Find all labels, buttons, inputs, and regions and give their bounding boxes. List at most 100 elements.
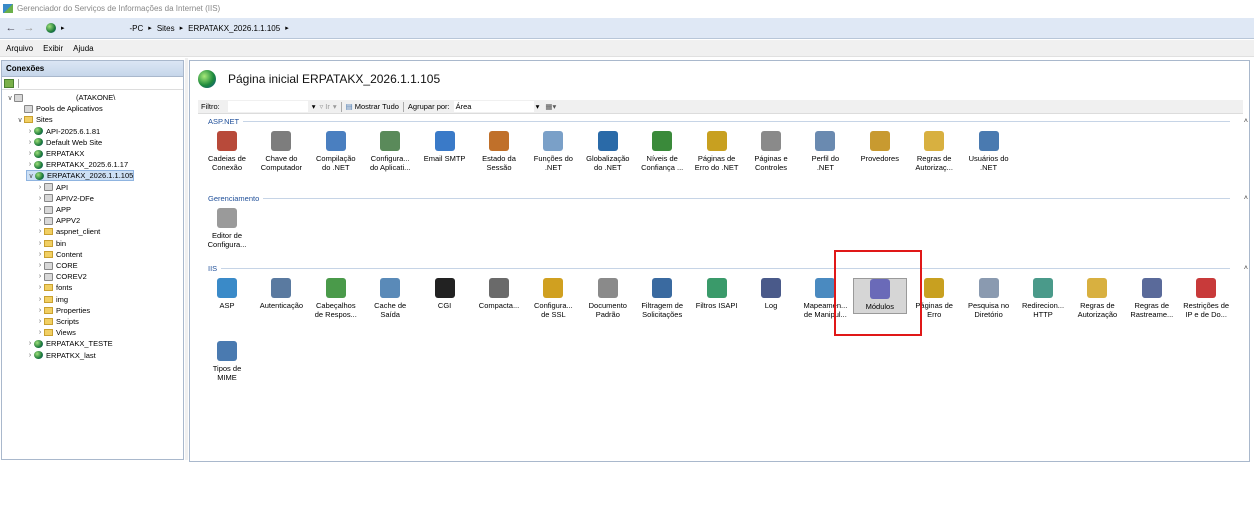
feature-item[interactable]: Autenticação xyxy=(254,278,308,310)
chevron-down-icon[interactable]: ∨ xyxy=(27,172,35,180)
chevron-right-icon[interactable]: › xyxy=(26,139,34,146)
go-button[interactable]: Ir xyxy=(325,102,330,111)
collapse-chevron-icon[interactable]: ˄ xyxy=(1244,118,1248,125)
chevron-right-icon[interactable]: › xyxy=(36,284,44,291)
tree-node[interactable]: Pools de Aplicativos xyxy=(16,103,103,114)
feature-item[interactable]: Filtragem de Solicitações xyxy=(635,278,689,319)
chevron-right-icon[interactable]: › xyxy=(36,262,44,269)
chevron-right-icon[interactable]: › xyxy=(36,296,44,303)
tree-node[interactable]: › APP xyxy=(36,204,71,215)
feature-item[interactable]: Funções do .NET xyxy=(526,131,580,172)
feature-item[interactable]: Documento Padrão xyxy=(581,278,635,319)
tree-node[interactable]: › Scripts xyxy=(36,316,79,327)
collapse-chevron-icon[interactable]: ˄ xyxy=(1244,195,1248,202)
tree-node[interactable]: › img xyxy=(36,294,68,305)
tree-node[interactable]: › ERPATAKX xyxy=(26,148,85,159)
tree-node[interactable]: ∨ Sites xyxy=(16,114,52,125)
tree-node[interactable]: › CORE xyxy=(36,260,78,271)
chevron-right-icon[interactable]: › xyxy=(36,251,44,258)
tree-node[interactable]: › APPV2 xyxy=(36,215,80,226)
feature-item[interactable]: Tipos de MIME xyxy=(200,341,254,382)
feature-item[interactable]: Cadeias de Conexão xyxy=(200,131,254,172)
tree-node[interactable]: › ERPATKX_last xyxy=(26,350,96,361)
chevron-right-icon[interactable]: › xyxy=(36,217,44,224)
tree-node[interactable]: › API-2025.6.1.81 xyxy=(26,126,100,137)
feature-item[interactable]: Níveis de Confiança ... xyxy=(635,131,689,172)
group-header[interactable]: Gerenciamento ˄ xyxy=(208,193,1248,203)
dropdown-arrow-icon[interactable]: ▾ xyxy=(312,102,316,111)
feature-item[interactable]: ASP xyxy=(200,278,254,310)
chevron-right-icon[interactable]: › xyxy=(26,161,34,168)
feature-item[interactable]: Compacta... xyxy=(472,278,526,310)
collapse-chevron-icon[interactable]: ˄ xyxy=(1244,265,1248,272)
tree-node[interactable]: › COREV2 xyxy=(36,271,87,282)
feature-item[interactable]: Regras de Autorizaç... xyxy=(907,131,961,172)
feature-item[interactable]: Editor de Configura... xyxy=(200,208,254,249)
chevron-right-icon[interactable]: › xyxy=(36,184,44,191)
feature-item[interactable]: Estado da Sessão xyxy=(472,131,526,172)
chevron-right-icon[interactable]: › xyxy=(26,352,34,359)
tree-node[interactable]: › APIV2-DFe xyxy=(36,193,94,204)
tree-node[interactable]: › Content xyxy=(36,249,82,260)
feature-item[interactable]: CGI xyxy=(418,278,472,310)
menu-arquivo[interactable]: Arquivo xyxy=(6,44,33,53)
tree-node[interactable]: › Views xyxy=(36,327,76,338)
chevron-down-icon[interactable]: ∨ xyxy=(16,116,24,124)
view-mode-icon[interactable]: ▦▾ xyxy=(545,102,556,111)
feature-item[interactable]: Chave do Computador xyxy=(254,131,308,172)
feature-item[interactable]: Configura... do Aplicati... xyxy=(363,131,417,172)
tree-node[interactable]: › Properties xyxy=(36,305,90,316)
tree-node[interactable]: › aspnet_client xyxy=(36,226,100,237)
feature-item[interactable]: Perfil do .NET xyxy=(798,131,852,172)
back-arrow-icon[interactable]: ← xyxy=(4,21,18,35)
chevron-down-icon[interactable]: ∨ xyxy=(6,94,14,102)
chevron-right-icon[interactable]: › xyxy=(26,150,34,157)
group-by-select[interactable]: Área xyxy=(453,101,534,112)
chevron-right-icon[interactable]: › xyxy=(36,228,44,235)
feature-item[interactable]: Filtros ISAPI xyxy=(690,278,744,310)
forward-arrow-icon[interactable]: → xyxy=(22,21,36,35)
feature-item[interactable]: Configura... de SSL xyxy=(526,278,580,319)
tree-node[interactable]: ∨ (ATAKONE\ xyxy=(6,92,115,103)
feature-item[interactable]: Páginas de Erro do .NET xyxy=(690,131,744,172)
chevron-right-icon[interactable]: › xyxy=(26,340,34,347)
crumb-sites[interactable]: Sites xyxy=(154,24,178,33)
tree-node[interactable]: › ERPATAKX_2025.6.1.17 xyxy=(26,159,128,170)
tree-node[interactable]: › bin xyxy=(36,238,66,249)
feature-item[interactable]: Provedores xyxy=(853,131,907,163)
chevron-right-icon[interactable]: › xyxy=(26,128,34,135)
feature-item[interactable]: Regras de Autorização xyxy=(1070,278,1124,319)
feature-item[interactable]: Restrições de IP e de Do... xyxy=(1179,278,1233,319)
tree-node[interactable]: › fonts xyxy=(36,282,72,293)
chevron-right-icon[interactable]: › xyxy=(36,195,44,202)
show-all-button[interactable]: Mostrar Tudo xyxy=(355,102,399,111)
feature-item[interactable]: Log xyxy=(744,278,798,310)
crumb-pc[interactable]: -PC xyxy=(127,24,147,33)
feature-item[interactable]: Email SMTP xyxy=(418,131,472,163)
chevron-right-icon[interactable]: › xyxy=(36,273,44,280)
group-header[interactable]: IIS ˄ xyxy=(208,263,1248,273)
menu-exibir[interactable]: Exibir xyxy=(43,44,63,53)
feature-item[interactable]: Pesquisa no Diretório xyxy=(962,278,1016,319)
group-header[interactable]: ASP.NET ˄ xyxy=(208,116,1248,126)
feature-item[interactable]: Cache de Saída xyxy=(363,278,417,319)
chevron-right-icon[interactable]: › xyxy=(36,329,44,336)
tree-node[interactable]: › Default Web Site xyxy=(26,137,102,148)
feature-item[interactable]: Compilação do .NET xyxy=(309,131,363,172)
menu-ajuda[interactable]: Ajuda xyxy=(73,44,93,53)
filter-input[interactable] xyxy=(227,101,308,112)
feature-item[interactable]: Redirecion... HTTP xyxy=(1016,278,1070,319)
feature-item[interactable]: Usuários do .NET xyxy=(962,131,1016,172)
crumb-site[interactable]: ERPATAKX_2026.1.1.105 xyxy=(185,24,283,33)
feature-item[interactable]: Páginas e Controles xyxy=(744,131,798,172)
pane-splitter[interactable] xyxy=(185,58,188,460)
tree-node[interactable]: ∨ ERPATAKX_2026.1.1.105 xyxy=(26,170,135,182)
dropdown-arrow-icon[interactable]: ▾ xyxy=(536,102,540,111)
chevron-right-icon[interactable]: › xyxy=(36,206,44,213)
chevron-right-icon[interactable]: › xyxy=(36,318,44,325)
feature-item[interactable]: Cabeçalhos de Respos... xyxy=(309,278,363,319)
chevron-right-icon[interactable]: › xyxy=(36,240,44,247)
tree-node[interactable]: › ERPATAKX_TESTE xyxy=(26,338,113,349)
feature-item[interactable]: Regras de Rastreame... xyxy=(1125,278,1179,319)
feature-item[interactable]: Globalização do .NET xyxy=(581,131,635,172)
